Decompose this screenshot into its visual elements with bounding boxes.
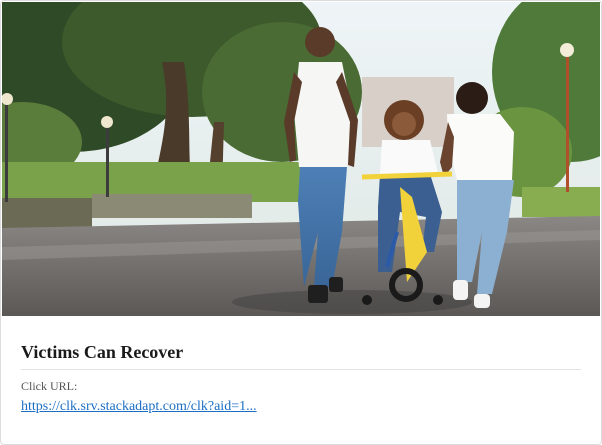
ad-content: Victims Can Recover Click URL: https://c… <box>21 317 581 415</box>
click-url-label: Click URL: <box>21 379 78 393</box>
ad-image[interactable] <box>2 2 600 316</box>
ad-card[interactable]: Victims Can Recover Click URL: https://c… <box>0 0 602 445</box>
ad-title[interactable]: Victims Can Recover <box>21 317 581 363</box>
divider <box>21 369 581 370</box>
click-url-link[interactable]: https://clk.srv.stackadapt.com/clk?aid=1… <box>21 398 257 415</box>
